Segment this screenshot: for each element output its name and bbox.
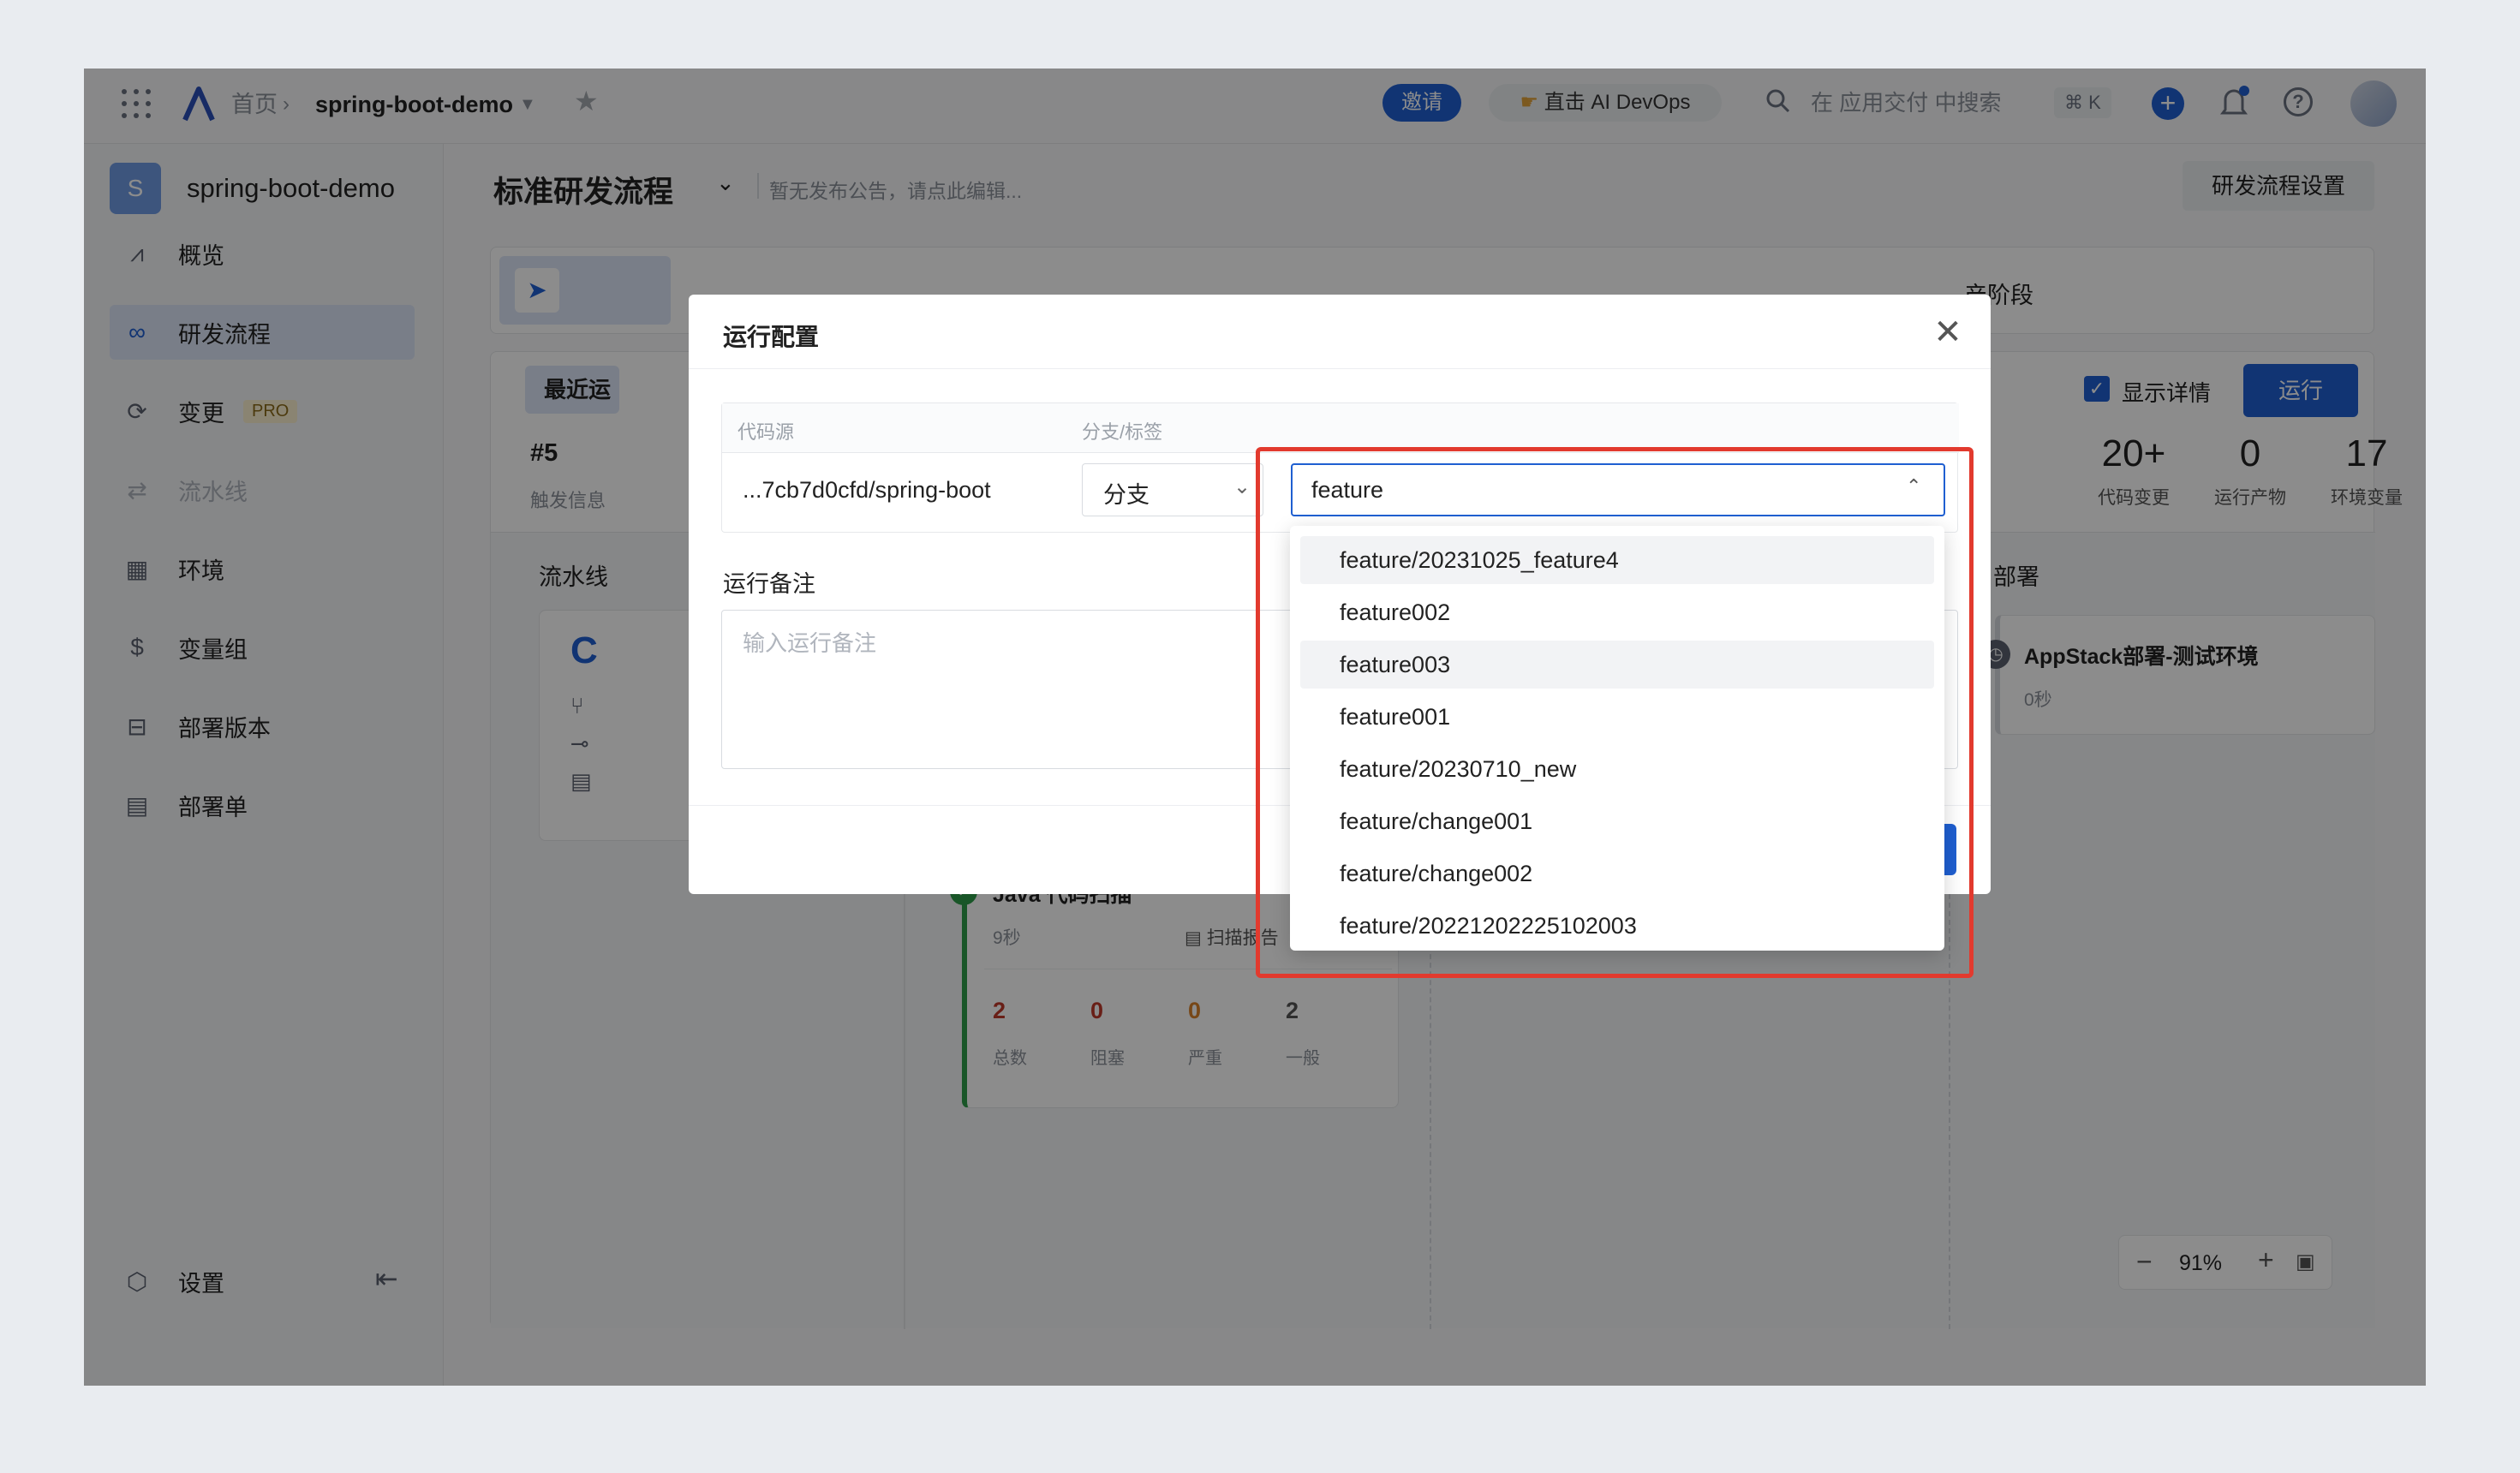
dialog-title: 运行配置 [723,324,820,350]
highlight-annotation [1256,447,1974,978]
ref-type-value: 分支 [1103,482,1150,508]
app-window: 首页 › spring-boot-demo ▼ ★ 邀请 ☛ 直击 AI Dev… [84,69,2426,1386]
dialog-header-divider [689,368,1991,369]
run-note-placeholder: 输入运行备注 [743,630,877,656]
close-icon[interactable]: ✕ [1931,315,1965,349]
column-header-branch: 分支/标签 [1082,421,1163,443]
chevron-down-icon: ⌄ [1233,475,1251,498]
ref-type-select[interactable]: 分支 ⌄ [1082,463,1263,516]
column-header-source: 代码源 [737,421,795,443]
repo-name: ...7cb7d0cfd/spring-boot [743,477,991,503]
table-header [722,403,1959,453]
run-note-label: 运行备注 [723,571,815,597]
